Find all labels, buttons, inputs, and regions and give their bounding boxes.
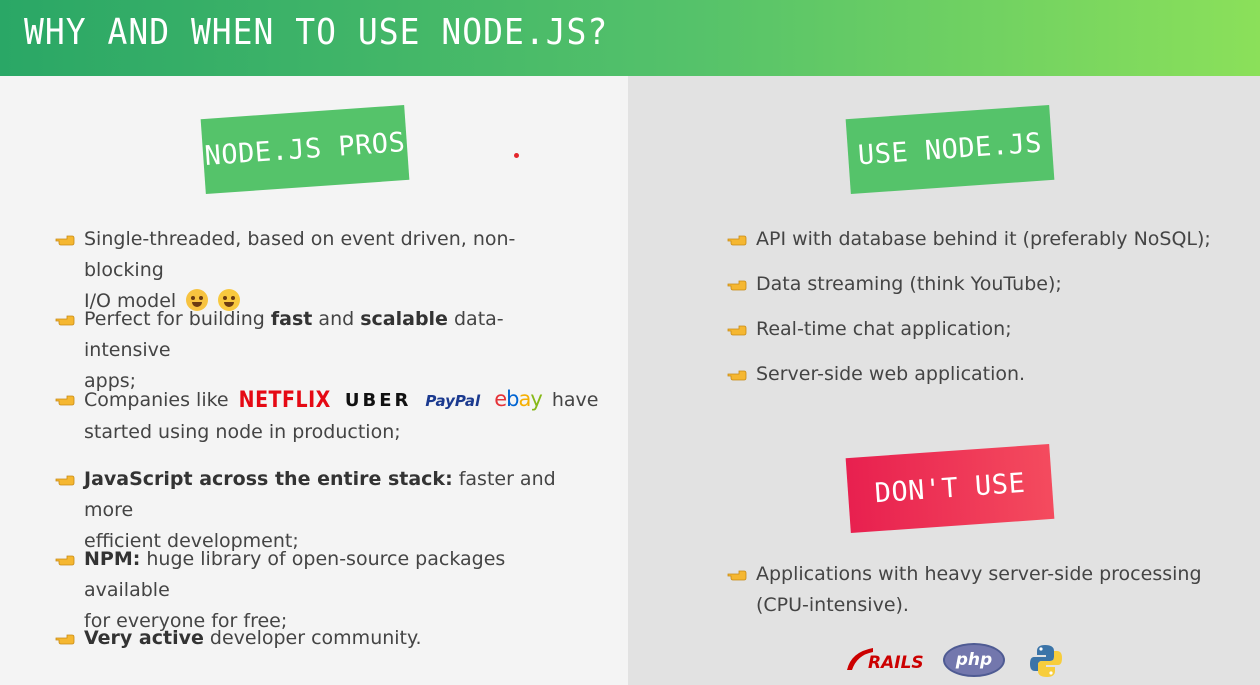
pointing-hand-icon: [55, 553, 75, 567]
pointing-hand-icon: [55, 393, 75, 407]
dont-use-stamp-label: DON'T USE: [873, 467, 1027, 510]
python-icon: [1030, 645, 1062, 677]
dont-use-stamp: DON'T USE: [845, 443, 1055, 534]
rails-logo: RAILS: [868, 653, 924, 673]
list-item: Data streaming (think YouTube);: [756, 273, 1062, 295]
pros-stamp-label: NODE.JS PROS: [203, 127, 407, 172]
list-item: Applications with heavy server-side proc…: [756, 563, 1202, 616]
list-item: Very active developer community.: [84, 627, 422, 649]
use-stamp-label: USE NODE.JS: [856, 127, 1044, 172]
cursor-dot: [514, 153, 519, 158]
pointing-hand-icon: [55, 473, 75, 487]
pointing-hand-icon: [727, 323, 747, 337]
pros-stamp: NODE.JS PROS: [200, 104, 410, 195]
pointing-hand-icon: [727, 278, 747, 292]
uber-logo: UBER: [344, 390, 412, 411]
page-title: WHY AND WHEN TO USE NODE.JS?: [24, 10, 609, 53]
list-item: Companies like NETFLIX UBER PayPal ebay …: [84, 384, 604, 448]
pointing-hand-icon: [55, 313, 75, 327]
pointing-hand-icon: [55, 233, 75, 247]
list-item: Real-time chat application;: [756, 318, 1012, 340]
use-stamp: USE NODE.JS: [845, 104, 1055, 195]
netflix-logo: NETFLIX: [238, 387, 331, 413]
pointing-hand-icon: [727, 368, 747, 382]
php-logo: php: [943, 643, 1005, 677]
list-item: Server-side web application.: [756, 363, 1026, 385]
list-item: API with database behind it (preferably …: [756, 228, 1211, 250]
paypal-logo: PayPal: [425, 392, 481, 410]
header-banner: WHY AND WHEN TO USE NODE.JS?: [0, 0, 1260, 76]
pointing-hand-icon: [55, 632, 75, 646]
pointing-hand-icon: [727, 568, 747, 582]
pointing-hand-icon: [727, 233, 747, 247]
ebay-logo: ebay: [494, 387, 543, 411]
